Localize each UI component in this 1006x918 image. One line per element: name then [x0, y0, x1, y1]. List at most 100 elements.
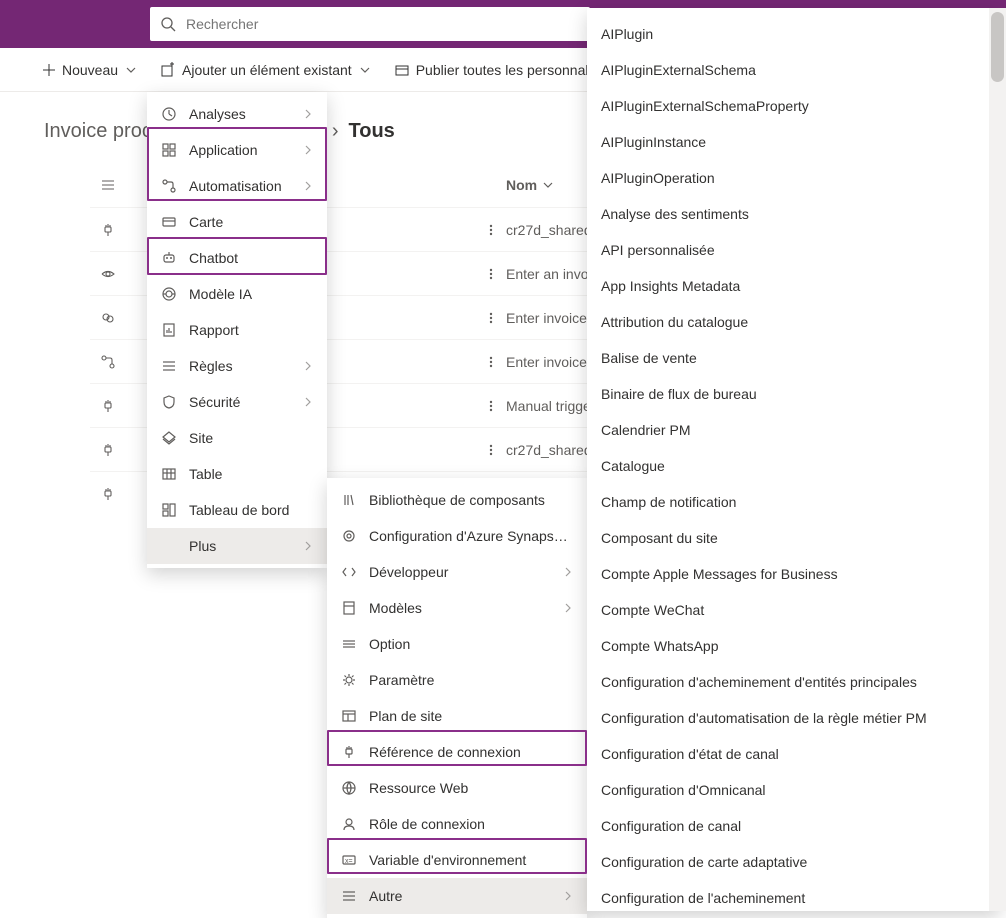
menu-item-label: Option [369, 636, 573, 652]
menu-item-compte-whatsapp[interactable]: Compte WhatsApp [587, 628, 1000, 664]
row-more-icon[interactable] [476, 223, 506, 237]
menu-item-aipluginoperation[interactable]: AIPluginOperation [587, 160, 1000, 196]
menu-item-r-le-de-connexion[interactable]: Rôle de connexion [327, 806, 587, 842]
scrollbar-thumb[interactable] [991, 12, 1004, 82]
search-icon [160, 16, 176, 32]
blank-icon [161, 538, 177, 554]
menu-item-analyse-des-sentiments[interactable]: Analyse des sentiments [587, 196, 1000, 232]
menu-item-catalogue[interactable]: Catalogue [587, 448, 1000, 484]
menu-item-configuration-d-omnicanal[interactable]: Configuration d'Omnicanal [587, 772, 1000, 808]
synapse-icon [341, 528, 357, 544]
new-menu-plus[interactable]: Bibliothèque de composants Configuration… [327, 478, 587, 918]
new-menu-autre[interactable]: AIPluginAIPluginExternalSchemaAIPluginEx… [587, 8, 1000, 911]
row-type-icon [90, 222, 126, 238]
search-box[interactable] [150, 7, 590, 41]
menu-item-binaire-de-flux-de-bureau[interactable]: Binaire de flux de bureau [587, 376, 1000, 412]
menu-item-aiplugin[interactable]: AIPlugin [587, 16, 1000, 52]
menu-item-analyses[interactable]: Analyses [147, 96, 327, 132]
menu-item-mod-les[interactable]: Modèles [327, 590, 587, 626]
menu-item-configuration-d-automatisation-de-la-r-gle-m-tier-pm[interactable]: Configuration d'automatisation de la règ… [587, 700, 1000, 736]
menu-item-calendrier-pm[interactable]: Calendrier PM [587, 412, 1000, 448]
menu-item-chatbot[interactable]: Chatbot [147, 240, 327, 276]
menu-item-api-personnalis-e[interactable]: API personnalisée [587, 232, 1000, 268]
opt-icon [341, 636, 357, 652]
menu-item-label: Carte [189, 214, 313, 230]
menu-item-attribution-du-catalogue[interactable]: Attribution du catalogue [587, 304, 1000, 340]
menu-item-ressource-web[interactable]: Ressource Web [327, 770, 587, 806]
report-icon [161, 322, 177, 338]
menu-item-table[interactable]: Table [147, 456, 327, 492]
menu-item-r-gles[interactable]: Règles [147, 348, 327, 384]
menu-item-compte-apple-messages-for-business[interactable]: Compte Apple Messages for Business [587, 556, 1000, 592]
menu-item-label: Site [189, 430, 313, 446]
row-more-icon[interactable] [476, 355, 506, 369]
lib-icon [341, 492, 357, 508]
menu-item-balise-de-vente[interactable]: Balise de vente [587, 340, 1000, 376]
site-icon [161, 430, 177, 446]
scrollbar-track[interactable] [989, 8, 1006, 911]
menu-item-option[interactable]: Option [327, 626, 587, 662]
add-existing-button[interactable]: Ajouter un élément existant [150, 52, 380, 88]
menu-item-aipluginexternalschema[interactable]: AIPluginExternalSchema [587, 52, 1000, 88]
menu-item-param-tre[interactable]: Paramètre [327, 662, 587, 698]
menu-item-r-f-rence-de-connexion[interactable]: Référence de connexion [327, 734, 587, 770]
param-icon [341, 672, 357, 688]
row-type-icon [90, 398, 126, 414]
dev-icon [341, 564, 357, 580]
menu-item-compte-wechat[interactable]: Compte WeChat [587, 592, 1000, 628]
menu-item-configuration-d-azure-synapse-link[interactable]: Configuration d'Azure Synapse Link [327, 518, 587, 554]
new-menu[interactable]: Analyses Application Automatisation Cart… [147, 92, 327, 568]
menu-item-rapport[interactable]: Rapport [147, 312, 327, 348]
row-more-icon[interactable] [476, 311, 506, 325]
search-input[interactable] [186, 16, 580, 32]
chevron-right-icon [303, 541, 313, 551]
chevron-right-icon [303, 109, 313, 119]
menu-item-app-insights-metadata[interactable]: App Insights Metadata [587, 268, 1000, 304]
menu-item-plus[interactable]: Plus [147, 528, 327, 564]
breadcrumb-root[interactable]: Invoice proc [44, 120, 152, 143]
menu-item-application[interactable]: Application [147, 132, 327, 168]
menu-item-carte[interactable]: Carte [147, 204, 327, 240]
menu-item-variable-d-environnement[interactable]: x= Variable d'environnement [327, 842, 587, 878]
row-more-icon[interactable] [476, 267, 506, 281]
menu-item-plan-de-site[interactable]: Plan de site [327, 698, 587, 734]
table-icon [161, 466, 177, 482]
menu-item-automatisation[interactable]: Automatisation [147, 168, 327, 204]
menu-item-aipluginexternalschemaproperty[interactable]: AIPluginExternalSchemaProperty [587, 88, 1000, 124]
menu-item-label: Modèles [369, 600, 551, 616]
menu-item-aiplugininstance[interactable]: AIPluginInstance [587, 124, 1000, 160]
menu-item-autre[interactable]: Autre [327, 878, 587, 914]
menu-item-biblioth-que-de-composants[interactable]: Bibliothèque de composants [327, 482, 587, 518]
menu-item-configuration-de-carte-adaptative[interactable]: Configuration de carte adaptative [587, 844, 1000, 880]
menu-item-label: Règles [189, 358, 291, 374]
menu-item-champ-de-notification[interactable]: Champ de notification [587, 484, 1000, 520]
menu-item-label: Développeur [369, 564, 551, 580]
menu-item-label: Plus [189, 538, 291, 554]
menu-item-label: Référence de connexion [369, 744, 573, 760]
row-more-icon[interactable] [476, 443, 506, 457]
menu-item-mod-le-ia[interactable]: Modèle IA [147, 276, 327, 312]
menu-item-site[interactable]: Site [147, 420, 327, 456]
menu-item-label: Ressource Web [369, 780, 573, 796]
rules-icon [161, 358, 177, 374]
breadcrumb-current: Tous [349, 120, 395, 143]
menu-item-tableau-de-bord[interactable]: Tableau de bord [147, 492, 327, 528]
menu-item-configuration-de-l-acheminement[interactable]: Configuration de l'acheminement [587, 880, 1000, 911]
publish-label: Publier toutes les personnalis [416, 62, 599, 78]
menu-item-configuration-d-tat-de-canal[interactable]: Configuration d'état de canal [587, 736, 1000, 772]
publish-icon [394, 62, 410, 78]
menu-item-configuration-de-canal[interactable]: Configuration de canal [587, 808, 1000, 844]
chevron-right-icon [303, 181, 313, 191]
row-type-icon [90, 486, 126, 502]
menu-item-composant-du-site[interactable]: Composant du site [587, 520, 1000, 556]
menu-item-configuration-d-acheminement-d-entit-s-principales[interactable]: Configuration d'acheminement d'entités p… [587, 664, 1000, 700]
publish-all-button[interactable]: Publier toutes les personnalis [384, 52, 609, 88]
role-icon [341, 816, 357, 832]
menu-item-s-curit-[interactable]: Sécurité [147, 384, 327, 420]
menu-item-d-veloppeur[interactable]: Développeur [327, 554, 587, 590]
menu-item-label: Automatisation [189, 178, 291, 194]
new-button[interactable]: Nouveau [32, 52, 146, 88]
row-type-icon [90, 310, 126, 326]
row-more-icon[interactable] [476, 399, 506, 413]
row-type-icon [90, 266, 126, 282]
